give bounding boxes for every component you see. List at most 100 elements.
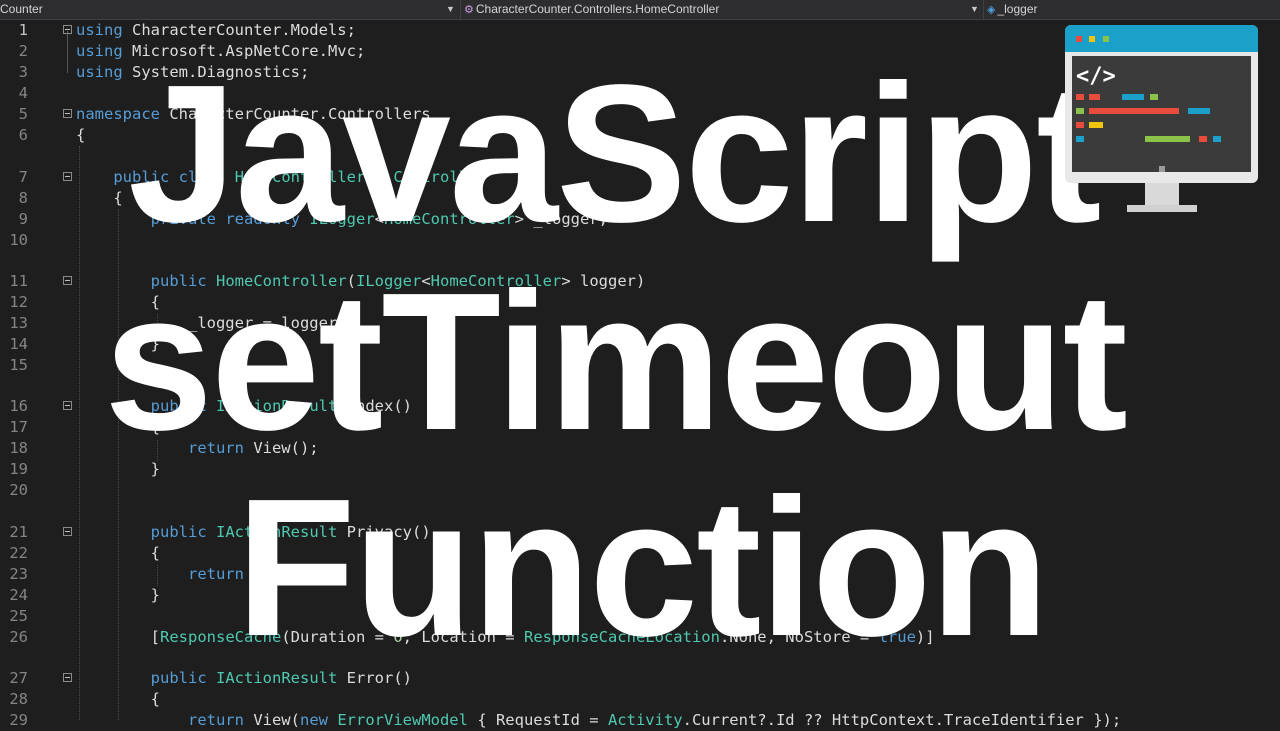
collapse-icon[interactable] bbox=[63, 109, 72, 118]
code-token: public bbox=[150, 272, 207, 290]
code-text: using Microsoft.AspNetCore.Mvc; bbox=[76, 41, 365, 62]
line-number: 9 bbox=[18, 210, 28, 228]
field-icon: ◈ bbox=[987, 4, 996, 16]
code-line[interactable]: 24 } bbox=[0, 585, 1280, 606]
code-token: true bbox=[878, 628, 916, 646]
code-token: ( bbox=[346, 272, 356, 290]
code-text: return View(); bbox=[76, 564, 319, 585]
line-number: 18 bbox=[9, 439, 28, 457]
code-text: public IActionResult Index() bbox=[76, 396, 412, 417]
line-number: 5 bbox=[18, 105, 28, 123]
code-token: class bbox=[178, 168, 226, 186]
line-number: 21 bbox=[9, 523, 28, 541]
code-text: using System.Diagnostics; bbox=[76, 62, 309, 83]
code-token: > _logger; bbox=[514, 210, 608, 228]
code-token: < bbox=[421, 272, 431, 290]
line-number: 23 bbox=[9, 565, 28, 583]
code-text: public class HomeController : Controller bbox=[76, 167, 486, 188]
code-token: using bbox=[76, 63, 123, 81]
line-number: 3 bbox=[18, 63, 28, 81]
collapse-icon[interactable] bbox=[63, 172, 72, 181]
chevron-down-icon[interactable]: ▼ bbox=[446, 0, 455, 19]
code-token: > logger) bbox=[561, 272, 646, 290]
code-text: { bbox=[76, 543, 160, 564]
code-line[interactable]: 19 } bbox=[0, 459, 1280, 480]
code-token: , Location = bbox=[402, 628, 524, 646]
code-token: System.Diagnostics; bbox=[122, 63, 310, 81]
code-text: [ResponseCache(Duration = 0, Location = … bbox=[76, 627, 935, 648]
code-monitor-icon: </> bbox=[1065, 25, 1258, 212]
line-number: 11 bbox=[9, 272, 28, 290]
class-dropdown[interactable]: ⚙ CharacterCounter.Controllers.HomeContro… bbox=[460, 0, 980, 19]
code-line[interactable]: 26 [ResponseCache(Duration = 0, Location… bbox=[0, 627, 1280, 648]
code-token: .Current?.Id ?? HttpContext.TraceIdentif… bbox=[682, 711, 1122, 729]
code-line[interactable]: 14 } bbox=[0, 334, 1280, 355]
line-number: 22 bbox=[9, 544, 28, 562]
code-token: .None, NoStore = bbox=[719, 628, 879, 646]
code-token: private bbox=[150, 210, 216, 228]
project-dropdown-label: Counter bbox=[0, 2, 43, 16]
line-number: 16 bbox=[9, 397, 28, 415]
class-icon: ⚙ bbox=[464, 4, 474, 16]
line-number: 24 bbox=[9, 586, 28, 604]
code-token: )] bbox=[915, 628, 935, 646]
line-number: 29 bbox=[9, 711, 28, 729]
code-line[interactable]: 28 { bbox=[0, 689, 1280, 710]
collapse-icon[interactable] bbox=[63, 276, 72, 285]
code-line[interactable]: 15 bbox=[0, 355, 1280, 376]
code-text: public IActionResult Error() bbox=[76, 668, 412, 689]
code-line[interactable]: 12 { bbox=[0, 292, 1280, 313]
code-token: { RequestId = bbox=[467, 711, 608, 729]
code-text: public IActionResult Privacy() bbox=[76, 522, 431, 543]
collapse-icon[interactable] bbox=[63, 527, 72, 536]
code-text: namespace CharacterCounter.Controllers bbox=[76, 104, 431, 125]
code-token: public bbox=[150, 397, 207, 415]
line-number: 1 bbox=[18, 21, 28, 39]
code-line[interactable]: 29 return View(new ErrorViewModel { Requ… bbox=[0, 710, 1280, 731]
code-token: readonly bbox=[225, 210, 300, 228]
code-text: return View(new ErrorViewModel { Request… bbox=[76, 710, 1121, 731]
code-text: private readonly ILogger<HomeController>… bbox=[76, 209, 608, 230]
code-line[interactable]: 16 public IActionResult Index() bbox=[0, 396, 1280, 417]
code-token: { bbox=[76, 418, 160, 436]
chevron-down-icon[interactable]: ▼ bbox=[970, 0, 979, 19]
code-token: IActionResult bbox=[216, 523, 338, 541]
line-number: 8 bbox=[18, 189, 28, 207]
project-dropdown[interactable]: Counter bbox=[0, 0, 455, 19]
code-line[interactable]: 25 bbox=[0, 606, 1280, 627]
code-line[interactable]: 17 { bbox=[0, 417, 1280, 438]
code-line[interactable]: 10 bbox=[0, 230, 1280, 251]
code-token: using bbox=[76, 42, 123, 60]
code-token: (Duration = bbox=[281, 628, 394, 646]
line-number: 25 bbox=[9, 607, 28, 625]
code-token: return bbox=[187, 711, 244, 729]
collapse-icon[interactable] bbox=[63, 401, 72, 410]
code-line[interactable]: 23 return View(); bbox=[0, 564, 1280, 585]
code-line[interactable]: 13 _logger = logger; bbox=[0, 313, 1280, 334]
code-line[interactable]: 22 { bbox=[0, 543, 1280, 564]
code-text: { bbox=[76, 292, 160, 313]
code-token: return bbox=[187, 565, 244, 583]
code-line[interactable]: 11 public HomeController(ILogger<HomeCon… bbox=[0, 271, 1280, 292]
code-token: { bbox=[76, 544, 160, 562]
code-line[interactable]: 21 public IActionResult Privacy() bbox=[0, 522, 1280, 543]
collapse-icon[interactable] bbox=[63, 673, 72, 682]
code-text: { bbox=[76, 417, 160, 438]
code-token: return bbox=[187, 439, 244, 457]
code-line[interactable]: 18 return View(); bbox=[0, 438, 1280, 459]
code-line[interactable]: 20 bbox=[0, 480, 1280, 501]
member-dropdown[interactable]: ◈ _logger bbox=[983, 0, 1280, 19]
collapse-icon[interactable] bbox=[63, 25, 72, 34]
code-token: new bbox=[299, 711, 328, 729]
code-text: { bbox=[76, 125, 85, 146]
code-line[interactable]: 27 public IActionResult Error() bbox=[0, 668, 1280, 689]
